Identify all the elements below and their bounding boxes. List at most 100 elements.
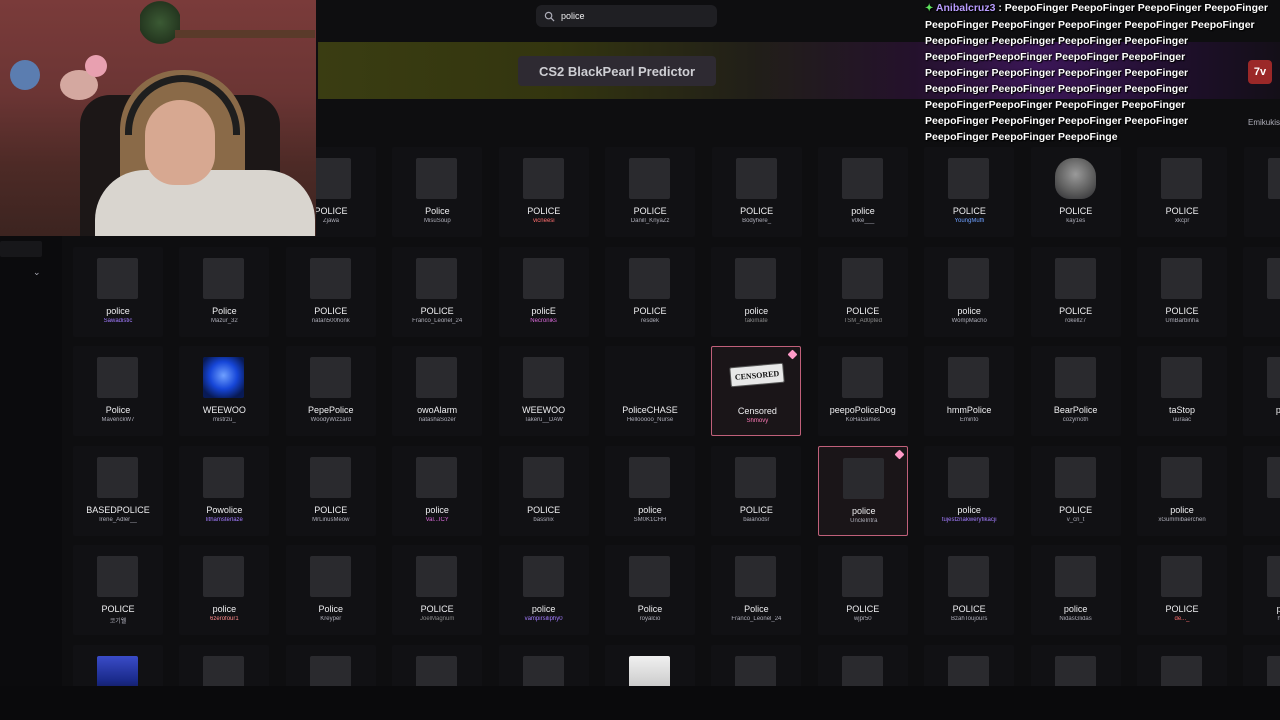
emote-author: Irene_Adler__ — [99, 516, 137, 523]
emote-name: police — [1170, 504, 1194, 515]
emote-tile[interactable]: POLICE de..._ — [1137, 545, 1227, 636]
emote-tile[interactable]: PepePolice WoodyWizzard — [285, 346, 376, 437]
emote-tile[interactable]: pepegSlo — [1243, 346, 1280, 437]
emote-tile[interactable]: police takimate — [711, 246, 802, 337]
emote-tile[interactable]: police Val...ICY — [392, 445, 483, 536]
emote-image — [522, 656, 564, 686]
emote-tile[interactable]: POLICE UmBarbinha — [1137, 246, 1227, 337]
emote-tile[interactable]: PO Cra — [1243, 147, 1280, 237]
emote-tile[interactable]: Police MaverickW7 — [73, 346, 163, 437]
emote-tile[interactable]: POLICE v_cn_t — [1030, 445, 1121, 536]
emote-tile[interactable]: police NidasGlidas — [1030, 545, 1121, 636]
emote-tile[interactable]: POLICE Bodyhere_ — [711, 147, 802, 237]
emote-image — [522, 158, 564, 199]
emote-tile[interactable] — [605, 645, 695, 686]
emote-tile[interactable] — [392, 645, 483, 686]
emote-tile[interactable] — [924, 645, 1015, 686]
emote-tile[interactable]: police xGummibaerchen — [1137, 445, 1227, 536]
emote-tile[interactable]: po L8 — [1243, 445, 1280, 536]
emote-tile[interactable]: police v0ke___ — [818, 147, 908, 237]
emote-tile[interactable] — [498, 645, 589, 686]
emote-name: POLICE — [420, 604, 454, 615]
emote-name: WEEWOO — [202, 405, 246, 416]
favorite-icon[interactable] — [787, 349, 798, 360]
emote-image — [1161, 257, 1202, 299]
emote-image — [309, 257, 351, 299]
plant-decor — [140, 0, 180, 45]
emote-tile[interactable]: police UncleIntra — [817, 445, 908, 536]
emote-tile[interactable]: Police royalcio — [605, 545, 695, 636]
emote-image — [1161, 656, 1202, 686]
emote-tile[interactable] — [817, 645, 908, 686]
emote-author: 6zerofour1 — [210, 616, 239, 623]
emote-tile[interactable]: police tujestznakweryfikacji — [924, 445, 1015, 536]
emote-tile[interactable]: PO tu — [1243, 246, 1280, 337]
emote-tile[interactable]: police vampirsiliphy0 — [498, 545, 589, 636]
emote-tile[interactable]: BearPolice cozymoth — [1030, 346, 1121, 437]
emote-tile[interactable]: policeheroe_c — [1243, 545, 1280, 636]
emote-tile[interactable]: POLICE BzahToujours — [924, 545, 1015, 636]
emote-tile[interactable]: Police Mazur_32 — [179, 246, 270, 337]
emote-tile[interactable] — [285, 645, 376, 686]
emote-tile[interactable] — [73, 645, 163, 686]
emote-tile[interactable]: POLICE JoelMagnum — [392, 545, 483, 636]
emote-image — [842, 457, 884, 499]
emote-image — [1267, 656, 1280, 686]
emote-tile[interactable]: POLICE rokell27 — [1030, 246, 1121, 337]
emote-tile[interactable]: POLICE kay1es — [1030, 147, 1121, 237]
emote-author: UmBarbinha — [1165, 317, 1199, 324]
emote-tile[interactable]: POLICE bassnix — [498, 445, 589, 536]
emote-tile[interactable]: police SM0K1CHH — [605, 445, 695, 536]
emote-tile[interactable]: PoliceCHASE Hellooooo_Nurse — [605, 346, 695, 437]
emote-tile[interactable]: taStop uuraac — [1137, 346, 1227, 437]
emote-tile[interactable] — [1137, 645, 1227, 686]
emote-tile[interactable]: POLICE Danill_KnyaZz — [605, 147, 696, 237]
emote-name: police — [1063, 604, 1088, 615]
emote-tile[interactable]: peepoPoliceDog KoHaGames — [817, 346, 908, 437]
emote-tile[interactable]: POLICE baianodsr — [711, 445, 802, 536]
emote-tile[interactable]: POLICE 코기웰 — [73, 545, 163, 636]
favorite-icon[interactable] — [894, 449, 905, 460]
emote-tile[interactable]: POLICE wjpr50 — [817, 545, 908, 636]
emote-tile[interactable]: POLICE xkcpr — [1137, 147, 1228, 237]
emote-tile[interactable] — [1243, 645, 1280, 686]
emote-tile[interactable]: WEEWOO Takeru__DAW — [498, 346, 589, 437]
emote-tile[interactable]: POLICE MrLinusMeow — [285, 445, 376, 536]
emote-name: WEEWOO — [522, 405, 566, 416]
emote-tile[interactable]: Police Kreyper — [285, 545, 376, 636]
emote-image — [416, 357, 458, 399]
emote-tile[interactable]: POLICE Franco_Leonel_24 — [392, 246, 483, 337]
emote-tile[interactable]: owoAlarm natashaSozer — [392, 346, 483, 437]
emote-tile[interactable]: POLICE resdek — [605, 246, 695, 337]
emote-image — [948, 456, 990, 498]
emote-author: Emirito — [959, 417, 979, 424]
emote-name: Police — [212, 305, 237, 316]
emote-tile[interactable]: POLICE natan500honk — [285, 246, 376, 337]
emote-author: MisuSoup — [424, 218, 451, 224]
emote-name: POLICE — [952, 604, 986, 615]
emote-tile[interactable]: police 6zerofour1 — [179, 545, 270, 636]
emote-tile[interactable]: police WompMacho — [924, 246, 1015, 337]
emote-image — [416, 158, 458, 199]
emote-tile[interactable]: Powolice lithamsterlaze — [179, 445, 270, 536]
emote-tile[interactable]: WEEWOO mistrzu_ — [179, 346, 270, 437]
plush-decor — [10, 60, 40, 90]
emote-tile[interactable]: Police Franco_Leonel_24 — [711, 545, 802, 636]
emote-tile[interactable]: POLICE YoungMuffi — [924, 147, 1015, 237]
emote-tile[interactable] — [711, 645, 802, 686]
emote-tile[interactable]: Police MisuSoup — [392, 147, 483, 237]
emote-tile[interactable]: police Sawadistic — [73, 246, 163, 337]
emote-author: Necroniks — [530, 317, 557, 324]
emote-tile[interactable]: hmmPolice Emirito — [924, 346, 1015, 437]
emote-tile[interactable]: POLICE vicneesi — [498, 147, 589, 237]
emote-author: Sawadistic — [103, 317, 133, 324]
emote-name: POLICE — [1059, 206, 1093, 216]
emote-tile[interactable] — [179, 645, 270, 686]
emote-tile[interactable]: policE Necroniks — [498, 246, 589, 337]
emote-name: POLICE — [420, 305, 454, 316]
emote-tile[interactable]: CENSORED Censored Shmovy — [711, 346, 802, 437]
emote-tile[interactable] — [1030, 645, 1121, 686]
emote-image — [735, 656, 777, 686]
emote-tile[interactable]: BASEDPOLICE Irene_Adler__ — [73, 445, 163, 536]
emote-tile[interactable]: POLICE TSM_Ad0pted — [817, 246, 908, 337]
